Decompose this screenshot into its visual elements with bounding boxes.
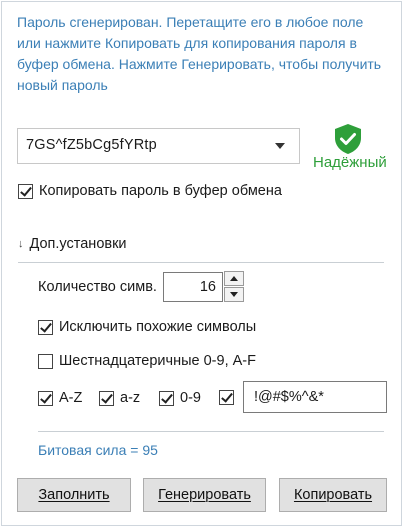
copy-to-clipboard-checkbox[interactable] bbox=[18, 183, 33, 199]
dropdown-arrow-icon[interactable] bbox=[275, 143, 285, 149]
exclude-similar-option[interactable]: Исключить похожие символы bbox=[38, 319, 256, 335]
charset-lowercase-checkbox[interactable] bbox=[99, 390, 114, 406]
copy-to-clipboard-label: Копировать пароль в буфер обмена bbox=[39, 183, 282, 199]
charset-lowercase-label: a-z bbox=[120, 390, 141, 406]
password-combobox[interactable]: 7GS^fZ5bCg5fYRtp bbox=[17, 128, 300, 164]
exclude-similar-checkbox[interactable] bbox=[38, 319, 53, 335]
char-count-input[interactable]: 16 bbox=[163, 272, 223, 302]
advanced-label: Доп.установки bbox=[29, 236, 127, 252]
copy-button[interactable]: Копировать bbox=[279, 478, 387, 512]
double-chevron-down-icon: ↓ bbox=[18, 238, 24, 250]
charset-digits-option[interactable]: 0-9 bbox=[159, 390, 201, 406]
hex-only-label: Шестнадцатеричные 0-9, A-F bbox=[59, 353, 256, 369]
copy-button-label: Копировать bbox=[293, 487, 373, 503]
shield-check-icon bbox=[335, 124, 361, 154]
bit-strength-label: Битовая сила = 95 bbox=[38, 442, 158, 458]
arrow-down-icon bbox=[230, 292, 238, 297]
charset-uppercase-option[interactable]: A-Z bbox=[38, 390, 82, 406]
hex-only-option[interactable]: Шестнадцатеричные 0-9, A-F bbox=[38, 353, 256, 369]
charset-lowercase-option[interactable]: a-z bbox=[99, 390, 140, 406]
info-text: Пароль сгенерирован. Перетащите его в лю… bbox=[17, 14, 382, 93]
spin-up-button[interactable] bbox=[224, 271, 244, 286]
charset-uppercase-label: A-Z bbox=[59, 390, 83, 406]
hex-only-checkbox[interactable] bbox=[38, 353, 53, 369]
advanced-divider bbox=[18, 262, 384, 263]
charset-special-checkbox[interactable] bbox=[219, 390, 234, 405]
password-value[interactable]: 7GS^fZ5bCg5fYRtp bbox=[26, 137, 157, 153]
special-chars-input[interactable]: !@#$%^&* bbox=[243, 381, 387, 413]
fill-button-label: Заполнить bbox=[38, 487, 110, 503]
spin-down-button[interactable] bbox=[224, 287, 244, 302]
password-generator-panel: Пароль сгенерирован. Перетащите его в лю… bbox=[1, 1, 402, 526]
charset-uppercase-checkbox[interactable] bbox=[38, 390, 53, 406]
char-count-label: Количество симв. bbox=[38, 279, 157, 295]
copy-to-clipboard-option[interactable]: Копировать пароль в буфер обмена bbox=[18, 183, 282, 199]
advanced-toggle[interactable]: ↓ Доп.установки bbox=[18, 236, 127, 252]
arrow-up-icon bbox=[230, 276, 238, 281]
fill-button[interactable]: Заполнить bbox=[17, 478, 131, 512]
charset-special-option[interactable] bbox=[219, 390, 234, 405]
bits-divider bbox=[38, 431, 384, 432]
generate-button-label: Генерировать bbox=[158, 487, 251, 503]
exclude-similar-label: Исключить похожие символы bbox=[59, 319, 257, 335]
charset-digits-label: 0-9 bbox=[180, 390, 201, 406]
charset-digits-checkbox[interactable] bbox=[159, 390, 174, 406]
strength-label: Надёжный bbox=[313, 154, 387, 171]
generate-button[interactable]: Генерировать bbox=[143, 478, 266, 512]
